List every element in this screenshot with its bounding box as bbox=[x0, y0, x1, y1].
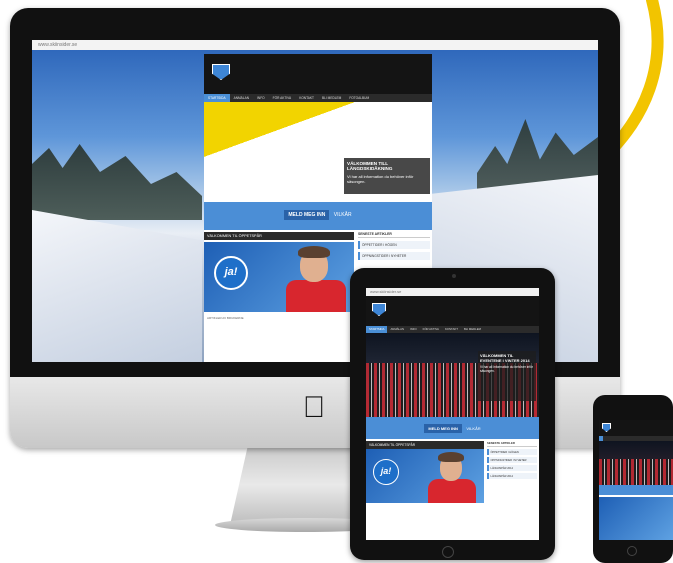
nav-item-kontakt[interactable]: KONTAKT bbox=[295, 94, 318, 102]
iphone-screen bbox=[599, 420, 673, 540]
story-image[interactable]: ja! bbox=[366, 449, 484, 503]
nav-item-startsida[interactable]: STARTSIDA bbox=[366, 326, 388, 333]
iphone-site-header bbox=[599, 420, 673, 436]
ipad-home-button[interactable] bbox=[442, 546, 454, 558]
nav-item-startsida[interactable]: STARTSIDA bbox=[204, 94, 230, 102]
sidebar-item[interactable]: ÖPPETTIDER I HÖGEN bbox=[487, 449, 537, 455]
terms-link[interactable]: VILKÅR bbox=[334, 212, 352, 218]
featured-story: VÄLKOMMEN TIL ÖPPETSPÅR ja! ARTIKLER AV … bbox=[204, 232, 354, 362]
nav-item-kontakt[interactable]: KONTAKT bbox=[442, 326, 461, 333]
iphone-story-image[interactable] bbox=[599, 497, 673, 540]
sidebar-title: SENESTE ARTIKLER bbox=[487, 441, 537, 447]
browser-address-bar[interactable]: www.skiinsider.se bbox=[32, 40, 598, 50]
club-logo-icon[interactable] bbox=[212, 64, 230, 80]
athlete-body bbox=[286, 280, 346, 312]
ipad-camera-icon bbox=[452, 274, 456, 278]
apple-logo-icon:  bbox=[300, 392, 328, 424]
site-nav: STARTSIDA ANMÄLAN INFO FÖR AKTIVA KONTAK… bbox=[204, 94, 432, 102]
snow-track-left bbox=[32, 210, 202, 362]
ipad-site-nav: STARTSIDA ANMÄLAN INFO FÖR AKTIVA KONTAK… bbox=[366, 326, 539, 333]
nav-item-info[interactable]: INFO bbox=[253, 94, 269, 102]
ipad-cta-band: MELD MEG INN VILKÅR bbox=[366, 417, 539, 439]
ipad-hero-banner: VÄLKOMMEN TIL EVENTENE I VINTER 2014 Vi … bbox=[366, 333, 539, 417]
story-image[interactable]: ja! bbox=[204, 242, 354, 312]
nav-item-anmalan[interactable]: ANMÄLAN bbox=[230, 94, 253, 102]
sidebar-item[interactable]: OPPNINGSTIDER I NYHETER bbox=[358, 252, 430, 260]
ja-badge-icon: ja! bbox=[214, 256, 248, 290]
ipad-featured-story: VÄLKOMMEN TIL ÖPPETSPÅR ja! bbox=[366, 441, 484, 540]
club-logo-icon[interactable] bbox=[372, 303, 386, 316]
join-button[interactable]: MELD MEG INN bbox=[284, 210, 330, 220]
iphone-cta-band[interactable] bbox=[599, 485, 673, 495]
hero-banner: VÄLKOMMEN TILL LÄNGDSKIDÅKNING Vi har al… bbox=[204, 102, 432, 202]
join-button[interactable]: MELD MEG INN bbox=[424, 424, 462, 433]
ipad-address-bar[interactable]: www.skiinsider.se bbox=[366, 288, 539, 296]
ipad-screen: www.skiinsider.se STARTSIDA ANMÄLAN INFO… bbox=[366, 288, 539, 540]
sidebar-item[interactable]: OPPNINGSTIDER I NYHETER bbox=[487, 457, 537, 463]
hero-caption: VÄLKOMMEN TILL LÄNGDSKIDÅKNING Vi har al… bbox=[344, 158, 430, 194]
athlete-hair bbox=[438, 452, 464, 462]
story-footer: ARTIKLER AV BRUKERNE bbox=[207, 316, 244, 320]
club-logo-icon[interactable] bbox=[602, 423, 611, 432]
story-title[interactable]: VÄLKOMMEN TIL ÖPPETSPÅR bbox=[366, 441, 484, 449]
nav-item-for-aktiva[interactable]: FÖR AKTIVA bbox=[269, 94, 296, 102]
sidebar-item[interactable]: LÄNGDSPÅR 2014 bbox=[487, 465, 537, 471]
cta-band: MELD MEG INN VILKÅR bbox=[204, 202, 432, 230]
sidebar-item[interactable]: LÄNGDSPÅR 2014 bbox=[487, 473, 537, 479]
nav-item-bli-medlem[interactable]: BLI MEDLEM bbox=[318, 94, 345, 102]
iphone-hero-banner bbox=[599, 441, 673, 485]
sidebar-item[interactable]: ÖPPETTIDER I HÖGEN bbox=[358, 241, 430, 249]
ipad-hero-text: Vi har all information du behöver inför … bbox=[480, 365, 533, 373]
hero-title: VÄLKOMMEN TILL LÄNGDSKIDÅKNING bbox=[347, 161, 393, 171]
terms-link[interactable]: VILKÅR bbox=[466, 426, 480, 431]
crowd-photo bbox=[599, 459, 673, 485]
nav-item-anmalan[interactable]: ANMÄLAN bbox=[387, 326, 407, 333]
nav-item-bli-medlem[interactable]: BLI MEDLEM bbox=[461, 326, 484, 333]
ipad-hero-caption: VÄLKOMMEN TIL EVENTENE I VINTER 2014 Vi … bbox=[478, 351, 536, 401]
nav-item-fotoalbum[interactable]: FOTOALBUM bbox=[345, 94, 373, 102]
ipad-sidebar-latest: SENESTE ARTIKLER ÖPPETTIDER I HÖGEN OPPN… bbox=[487, 441, 537, 540]
athlete-hair bbox=[298, 246, 330, 258]
ipad-site-header bbox=[366, 296, 539, 326]
forest-left bbox=[32, 144, 202, 220]
iphone-home-button[interactable] bbox=[627, 546, 637, 556]
hero-text: Vi har all information du behöver inför … bbox=[347, 174, 414, 184]
sidebar-title: SENESTE ARTIKLER bbox=[358, 232, 430, 238]
ja-badge-icon: ja! bbox=[373, 459, 399, 485]
nav-item-info[interactable]: INFO bbox=[407, 326, 420, 333]
nav-item-for-aktiva[interactable]: FÖR AKTIVA bbox=[420, 326, 442, 333]
site-header bbox=[204, 54, 432, 94]
athlete-body bbox=[428, 479, 476, 503]
ipad-hero-title: VÄLKOMMEN TIL EVENTENE I VINTER 2014 bbox=[480, 353, 530, 363]
story-title[interactable]: VÄLKOMMEN TIL ÖPPETSPÅR bbox=[204, 232, 354, 240]
